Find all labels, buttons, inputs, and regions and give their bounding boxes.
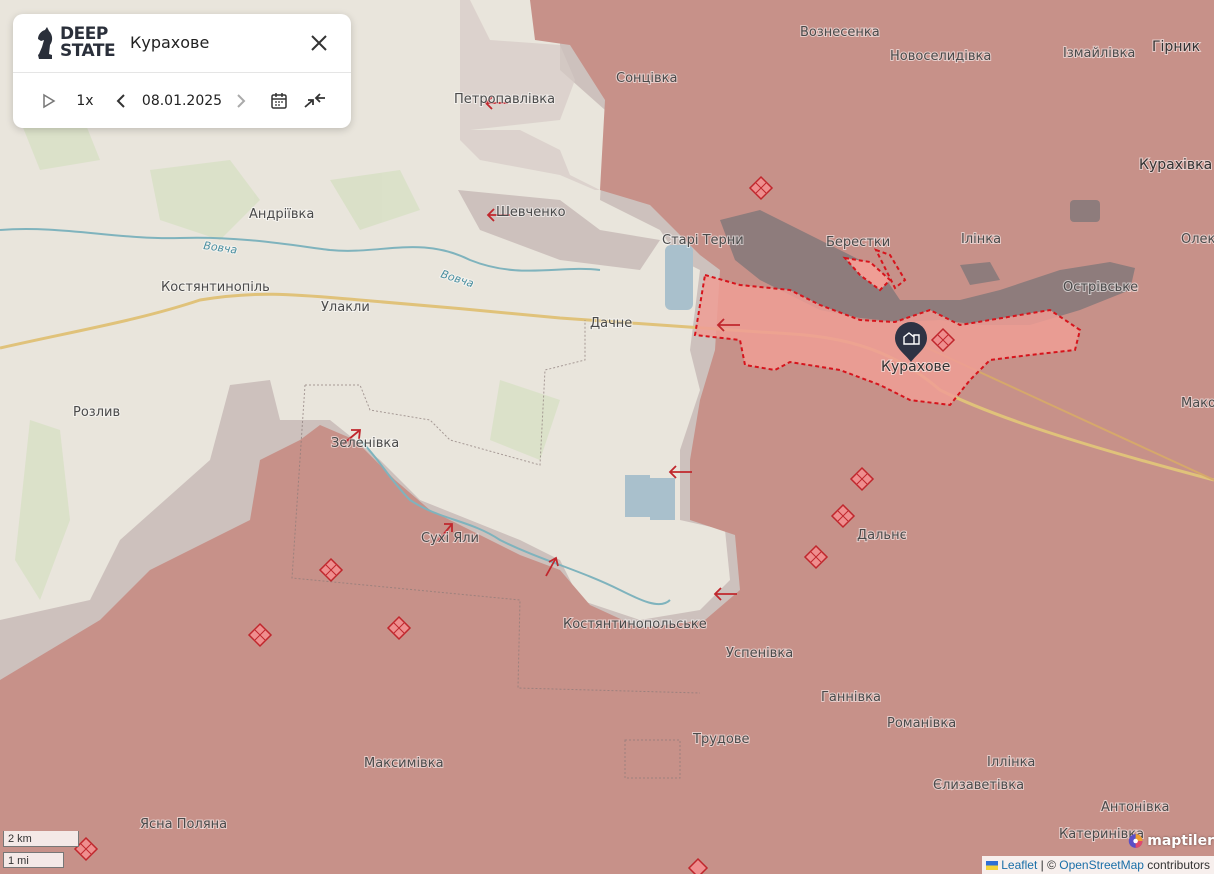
label-voznesenka: Вознесенка (800, 25, 880, 40)
calendar-icon (271, 93, 287, 109)
label-ostrivske: Острівське (1063, 280, 1138, 295)
knight-icon (38, 27, 53, 59)
label-uspenivka: Успенівка (726, 646, 793, 661)
label-dalnie: Дальнє (857, 528, 907, 543)
label-sukhi-yaly: Сухі Яли (421, 531, 479, 546)
label-stari-terny: Старі Терни (662, 233, 744, 248)
label-rozlyv: Розлив (73, 405, 120, 420)
label-mako: Мако (1181, 396, 1214, 411)
label-romanivka: Романівка (887, 716, 956, 731)
label-shevchenko: Шевченко (496, 205, 566, 220)
map-canvas[interactable]: Вознесенка Новоселидівка Ізмайлівка Гірн… (0, 0, 1214, 874)
calendar-button[interactable] (269, 90, 289, 112)
chevron-left-icon (116, 94, 125, 108)
logo-line-2: STATE (60, 41, 116, 61)
leaflet-link[interactable]: Leaflet (1001, 858, 1037, 872)
label-trudove: Трудове (692, 732, 750, 747)
prev-date-button[interactable] (113, 90, 129, 112)
label-antonivka: Антонівка (1101, 800, 1170, 815)
label-kurakhove: Курахове (881, 359, 950, 375)
label-illinka: Ілінка (961, 232, 1001, 247)
label-olek: Олек (1181, 232, 1214, 247)
label-berestky: Берестки (826, 235, 890, 250)
chevron-right-icon (237, 94, 246, 108)
logo-wordmark: DEEP STATE (60, 26, 116, 61)
play-button[interactable] (41, 90, 57, 112)
label-hannivka: Ганнівка (821, 690, 881, 705)
scale-km: 2 km (3, 831, 79, 847)
maptiler-text: maptiler (1147, 833, 1214, 849)
deepstate-logo[interactable]: DEEP STATE (35, 24, 117, 62)
label-petropavlivka: Петропавлівка (454, 92, 555, 107)
control-panel: DEEP STATE Курахове 1x 08.01.2025 (13, 14, 351, 128)
label-illinka2: Іллінка (987, 755, 1035, 770)
label-kostiantynopil: Костянтинопіль (161, 280, 270, 295)
play-icon (43, 93, 56, 109)
label-sontsivka: Сонцівка (616, 71, 677, 86)
compare-arrows-icon (304, 93, 325, 108)
city-title: Курахове (130, 33, 210, 52)
label-yelyzavetivka: Єлизаветівка (933, 778, 1024, 793)
label-izmailivka: Ізмайлівка (1063, 46, 1135, 61)
label-kostiantynopolske: Костянтинопольське (563, 617, 707, 632)
osm-link[interactable]: OpenStreetMap (1059, 858, 1144, 872)
label-dachne: Дачне (590, 316, 632, 331)
next-date-button[interactable] (233, 90, 249, 112)
label-zelenivka: Зеленівка (331, 436, 399, 451)
label-kurakhivka: Курахівка (1139, 157, 1212, 173)
attribution-sep: | © (1037, 858, 1060, 872)
close-button[interactable] (307, 31, 331, 55)
ukraine-flag-icon (985, 861, 998, 871)
scale-mi: 1 mi (3, 852, 64, 868)
close-icon (311, 35, 327, 51)
label-ulakly: Улакли (321, 300, 370, 315)
attribution: Leaflet | © OpenStreetMap contributors (981, 856, 1214, 874)
label-andriivka: Андріївка (249, 207, 314, 222)
date-display[interactable]: 08.01.2025 (141, 90, 223, 112)
compare-button[interactable] (303, 90, 327, 112)
attribution-contributors: contributors (1143, 858, 1210, 872)
speed-button[interactable]: 1x (73, 90, 97, 112)
label-maksymivka: Максимівка (364, 756, 444, 771)
maptiler-logo[interactable]: maptiler (1128, 830, 1214, 852)
maptiler-icon (1128, 834, 1143, 848)
label-hirnyk: Гірник (1152, 39, 1200, 55)
label-yasna-poliana: Ясна Поляна (140, 817, 227, 832)
label-novoselidivka: Новоселидівка (890, 49, 991, 64)
panel-header: DEEP STATE Курахове (13, 14, 351, 73)
